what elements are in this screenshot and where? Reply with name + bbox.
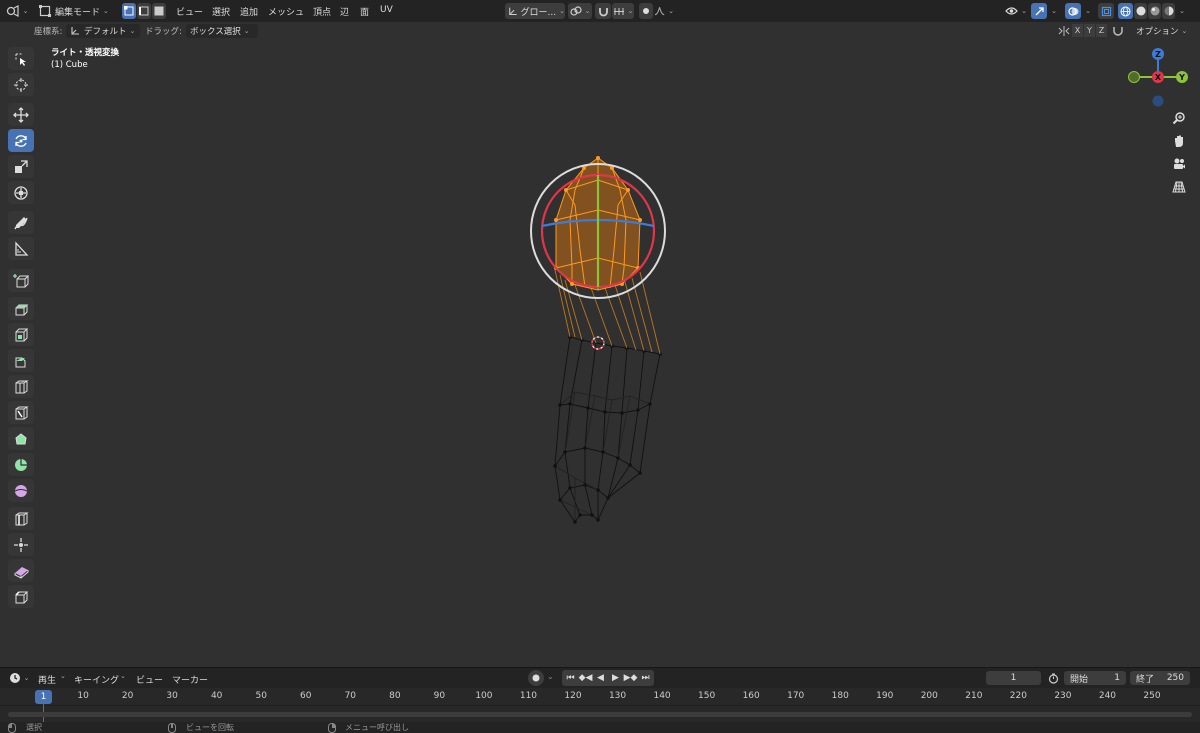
y-axis-label: Y: [1178, 73, 1185, 82]
frame-tick-label: 110: [519, 691, 538, 701]
jump-end-icon[interactable]: ⏭: [638, 673, 653, 683]
frame-tick-label: 190: [876, 691, 894, 701]
playhead-frame[interactable]: 1: [35, 690, 52, 704]
ruler-divider: [0, 705, 1200, 706]
timeline-header: ⌄ 再生 ⌄ キーイング ⌄ ビュー マーカー ⌄ ⏮ ◆◀ ◀ ▶ ▶◆ ⏭ 1 開始 …: [0, 667, 1200, 688]
play-reverse-icon[interactable]: ◀: [593, 673, 608, 683]
frame-tick-label: 130: [608, 691, 627, 701]
hand-icon: [1175, 135, 1183, 147]
stopwatch-icon: [1048, 673, 1058, 684]
neg-z-axis-handle: [1152, 95, 1164, 107]
timeline-editor-type-button[interactable]: ⌄: [6, 670, 32, 686]
frame-tick-label: 230: [1054, 691, 1072, 701]
play-icon[interactable]: ▶: [608, 673, 623, 683]
camera-view-button[interactable]: [1168, 154, 1190, 174]
frame-tick-label: 70: [344, 691, 357, 701]
use-preview-range-toggle[interactable]: [1046, 670, 1060, 686]
unselected-vertices: [553, 335, 662, 524]
frame-tick-label: 180: [831, 691, 849, 701]
z-axis-label: Z: [1155, 50, 1161, 59]
jump-start-icon[interactable]: ⏮: [563, 673, 578, 683]
status-rotate-view: ビューを回転: [186, 723, 234, 732]
next-keyframe-icon[interactable]: ▶◆: [623, 673, 638, 683]
prev-keyframe-icon[interactable]: ◆◀: [578, 673, 593, 683]
clock-icon: [9, 673, 20, 683]
frame-tick-label: 100: [475, 691, 493, 701]
frame-tick-label: 250: [1143, 691, 1161, 701]
frame-tick-label: 10: [77, 691, 89, 701]
frame-tick-label: 220: [1009, 691, 1027, 701]
frame-tick-label: 120: [564, 691, 582, 701]
zoom-button[interactable]: [1168, 108, 1190, 128]
grid-perspective-icon: [1172, 181, 1186, 193]
playback-controls: ⏮ ◆◀ ◀ ▶ ▶◆ ⏭: [562, 670, 654, 686]
frame-tick-label: 160: [742, 691, 760, 701]
x-axis-label: X: [1155, 73, 1162, 82]
frame-tick-label: 210: [965, 691, 983, 701]
frame-tick-label: 140: [653, 691, 671, 701]
chevron-down-icon: ⌄: [60, 672, 66, 680]
mouse-left-icon: [8, 723, 16, 733]
timeline-body[interactable]: 10 20 30 40 50 60 70 80 90 100 110 120 130 140 150 160 1…: [0, 688, 1200, 722]
frame-tick-label: 170: [787, 691, 805, 701]
frame-tick-label: 200: [920, 691, 938, 701]
navigation-gizmo[interactable]: Z Y X: [1124, 44, 1194, 110]
auto-keying-toggle[interactable]: [528, 670, 544, 686]
status-call-menu: メニュー呼び出し: [345, 723, 409, 732]
end-frame-field[interactable]: 終了 250: [1130, 671, 1190, 685]
timeline-scrollbar[interactable]: [8, 712, 1192, 717]
end-value: 250: [1166, 673, 1184, 683]
unselected-mesh: [554, 336, 661, 523]
status-select: 選択: [26, 723, 42, 732]
chevron-down-icon: ⌄: [120, 672, 126, 680]
neg-y-axis-handle: [1128, 71, 1140, 83]
start-value: 1: [1114, 673, 1120, 683]
frame-tick-label: 80: [389, 691, 401, 701]
frame-tick-label: 150: [698, 691, 716, 701]
mouse-middle-icon: [168, 723, 176, 733]
timeline-menu-item[interactable]: 再生: [38, 673, 56, 686]
start-frame-field[interactable]: 開始 1: [1064, 671, 1126, 685]
end-label: 終了: [1136, 674, 1155, 685]
timeline-menu-item[interactable]: マーカー: [172, 673, 208, 686]
keying-dropdown[interactable]: ⌄: [547, 672, 554, 681]
rotate-gizmo: [530, 163, 666, 299]
viewport-mesh[interactable]: [0, 0, 1200, 733]
record-icon: [532, 674, 540, 682]
status-bar: 選択 ビューを回転 メニュー呼び出し: [0, 722, 1200, 733]
perspective-toggle-button[interactable]: [1168, 177, 1190, 197]
frame-tick-label: 90: [433, 691, 446, 701]
frame-tick-label: 240: [1098, 691, 1117, 701]
magnifier-icon: [1172, 112, 1185, 125]
frame-tick-label: 40: [210, 691, 223, 701]
frame-tick-label: 50: [255, 691, 267, 701]
camera-icon: [1174, 158, 1185, 169]
timeline-menu-item[interactable]: キーイング: [74, 673, 119, 686]
start-label: 開始: [1070, 674, 1089, 685]
frame-tick-label: 20: [121, 691, 134, 701]
timeline-menu-item[interactable]: ビュー: [136, 673, 163, 686]
current-frame-field[interactable]: 1: [986, 671, 1041, 685]
mouse-right-icon: [328, 723, 336, 733]
pan-button[interactable]: [1168, 131, 1190, 151]
frame-tick-label: 30: [166, 691, 178, 701]
frame-tick-label: 60: [300, 691, 312, 701]
